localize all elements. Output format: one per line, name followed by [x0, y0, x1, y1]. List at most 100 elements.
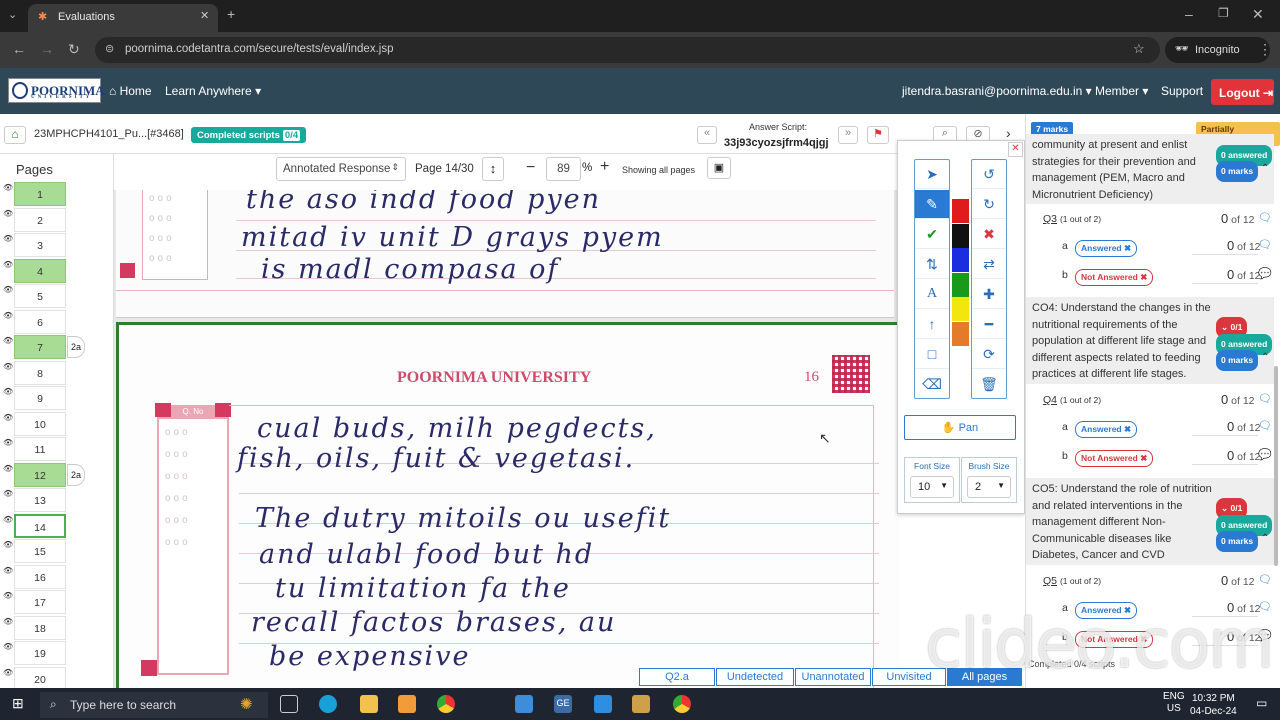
eye-icon[interactable]: 👁 [3, 464, 13, 473]
pencil-tool-icon[interactable]: ✎ [915, 190, 949, 219]
comment-icon[interactable]: 💬 [1258, 448, 1272, 461]
page-thumb-14[interactable]: 14 [14, 513, 66, 538]
select-tool-icon[interactable]: ➤ [915, 160, 949, 189]
swap-horizontal-icon[interactable]: ⇄ [972, 250, 1006, 279]
tab-q2a[interactable]: Q2.a [639, 668, 715, 686]
mail-icon[interactable] [594, 695, 612, 713]
tab-unannotated[interactable]: Unannotated [795, 668, 871, 686]
color-swatch[interactable] [952, 272, 969, 297]
page-thumb-18[interactable]: 18 [14, 615, 66, 640]
undo-icon[interactable]: ↺ [972, 160, 1006, 189]
answer-script-viewer[interactable]: ooo ooo ooo ooo the aso indd food pyen m… [114, 190, 899, 690]
eye-icon[interactable]: 👁 [3, 591, 13, 600]
minimize-icon[interactable]: – [1185, 6, 1193, 22]
eye-icon[interactable]: 👁 [3, 413, 13, 422]
maximize-icon[interactable]: ❐ [1218, 6, 1229, 20]
logout-button[interactable]: Logout ⇥ [1211, 79, 1274, 105]
notification-icon[interactable]: ▭ [1256, 696, 1267, 710]
question-label[interactable]: Q5 (1 out of 2) [1043, 575, 1101, 587]
eye-icon[interactable]: 👁 [3, 362, 13, 371]
brush-size-select[interactable]: 2 ▼ [967, 476, 1011, 498]
close-icon[interactable]: ✖ [1140, 272, 1147, 282]
page-thumb-9[interactable]: 9 [14, 386, 66, 410]
page-thumb-10[interactable]: 10 [14, 411, 66, 436]
back-icon[interactable]: ← [12, 41, 26, 57]
text-tool-icon[interactable]: A [915, 280, 949, 309]
browser-tab[interactable]: ✱ Evaluations ✕ [28, 4, 218, 32]
chevron-up-icon[interactable]: ⌃ [1261, 161, 1269, 178]
cross-tool-icon[interactable]: ✖ [972, 220, 1006, 249]
zoom-in-icon[interactable]: + [600, 158, 609, 176]
url-field[interactable]: ⊜ poornima.codetantra.com/secure/tests/e… [95, 37, 1160, 63]
color-swatch[interactable] [952, 321, 969, 346]
page-thumb-17[interactable]: 17 [14, 590, 66, 614]
chrome-icon[interactable] [437, 695, 455, 713]
tab-undetected[interactable]: Undetected [716, 668, 794, 686]
app-icon[interactable] [398, 695, 416, 713]
bookmark-star-icon[interactable]: ☆ [1133, 41, 1145, 57]
store-icon[interactable] [515, 695, 533, 713]
next-script-button[interactable]: » [838, 126, 858, 144]
close-icon[interactable]: ✖ [1124, 243, 1131, 253]
university-logo[interactable]: POORNIMA UNIVERSITY [8, 78, 105, 103]
eraser-tool-icon[interactable]: ⌫ [915, 370, 949, 399]
user-menu[interactable]: jitendra.basrani@poornima.edu.in ▾ [902, 84, 1092, 98]
forward-icon[interactable]: → [40, 41, 54, 57]
nav-member[interactable]: Member ▾ [1095, 84, 1148, 98]
page-thumb-7[interactable]: 7 [14, 335, 66, 359]
task-view-icon[interactable] [280, 695, 298, 713]
close-panel-icon[interactable]: ✕ [1008, 142, 1023, 157]
close-icon[interactable]: ✖ [1140, 453, 1147, 463]
panel-scrollbar[interactable] [1274, 366, 1278, 566]
color-swatch[interactable] [952, 248, 969, 272]
window-close-icon[interactable]: ✕ [1252, 6, 1264, 23]
page-thumb-12[interactable]: 12 [14, 462, 66, 487]
windows-start-icon[interactable]: ⊞ [12, 695, 24, 712]
eye-icon[interactable]: 👁 [3, 336, 13, 345]
zoom-input[interactable]: 89 [546, 157, 581, 181]
nav-home[interactable]: ⌂ Home [109, 84, 152, 98]
close-icon[interactable]: ✖ [1124, 424, 1131, 434]
page-thumb-1[interactable]: 1 [14, 182, 66, 206]
eye-icon[interactable]: 👁 [3, 285, 13, 294]
eye-icon[interactable]: 👁 [3, 489, 13, 498]
font-size-select[interactable]: 10 ▼ [910, 476, 954, 498]
chevron-up-icon[interactable]: ⌃ [1261, 531, 1269, 548]
taskbar-search[interactable]: ⌕ Type here to search ✺ [40, 692, 268, 718]
eye-icon[interactable]: 👁 [3, 183, 13, 192]
minus-tool-icon[interactable]: ━ [972, 310, 1006, 339]
eye-icon[interactable]: 👁 [3, 209, 13, 218]
page-thumb-16[interactable]: 16 [14, 564, 66, 589]
color-swatch[interactable] [952, 199, 969, 223]
eye-icon[interactable]: 👁 [3, 438, 13, 447]
page-thumb-5[interactable]: 5 [14, 284, 66, 308]
redo-icon[interactable]: ↻ [972, 190, 1006, 219]
page-thumb-15[interactable]: 15 [14, 539, 66, 563]
nav-learn-anywhere[interactable]: Learn Anywhere ▾ [165, 84, 261, 98]
eye-icon[interactable]: 👁 [3, 668, 13, 677]
eye-icon[interactable]: 👁 [3, 642, 13, 651]
eye-icon[interactable]: 👁 [3, 515, 13, 524]
color-swatch[interactable] [952, 297, 969, 321]
page-thumb-6[interactable]: 6 [14, 309, 66, 334]
color-swatch[interactable] [952, 223, 969, 248]
page-thumb-13[interactable]: 13 [14, 488, 66, 512]
comment-icon[interactable]: 🗨 [1258, 211, 1272, 224]
zoom-out-icon[interactable]: − [526, 159, 535, 177]
home-script-button[interactable]: ⌂ [4, 126, 26, 144]
eye-icon[interactable]: 👁 [3, 311, 13, 320]
rectangle-tool-icon[interactable]: □ [915, 340, 949, 369]
chrome-incognito-icon[interactable] [673, 695, 691, 713]
eye-icon[interactable]: 👁 [3, 566, 13, 575]
tick-tool-icon[interactable]: ✔ [915, 220, 949, 249]
view-mode-select[interactable]: Annotated Response ⇕ [276, 157, 406, 181]
page-thumb-2[interactable]: 2 [14, 207, 66, 232]
eye-icon[interactable]: 👁 [3, 617, 13, 626]
chevron-right-icon[interactable]: › [1006, 125, 1011, 141]
question-label[interactable]: Q3 (1 out of 2) [1043, 213, 1101, 225]
app-icon[interactable] [632, 695, 650, 713]
image-view-button[interactable]: ▣ [707, 157, 731, 179]
page-thumb-4[interactable]: 4 [14, 258, 66, 283]
site-info-icon[interactable]: ⊜ [105, 42, 114, 55]
eye-icon[interactable]: 👁 [3, 234, 13, 243]
